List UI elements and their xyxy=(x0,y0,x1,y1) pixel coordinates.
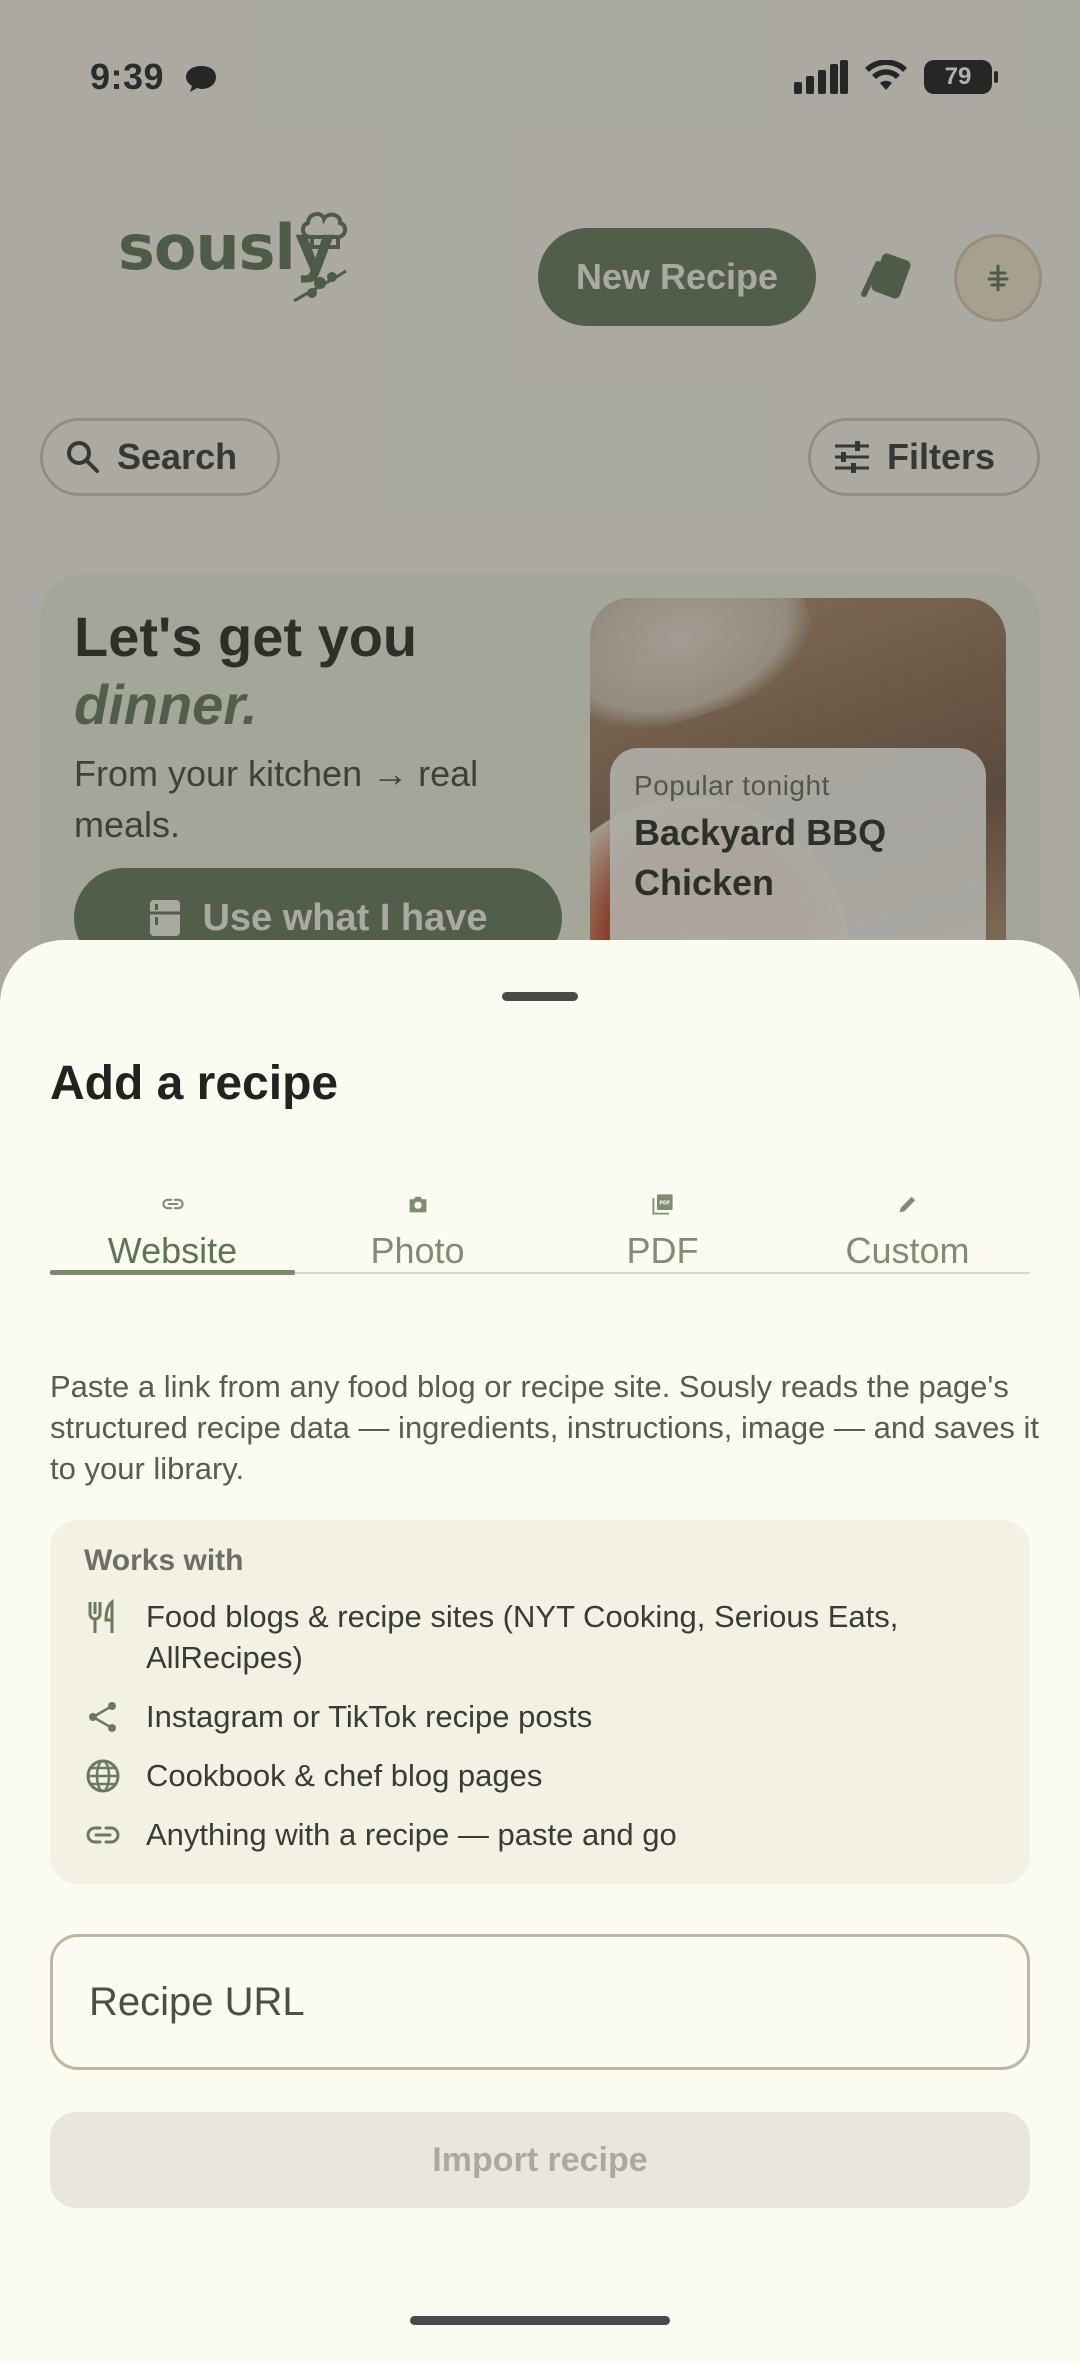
tab-website[interactable]: Website xyxy=(50,1192,295,1275)
pdf-icon: PDF xyxy=(652,1194,673,1215)
works-with-item: Anything with a recipe — paste and go xyxy=(84,1814,996,1855)
globe-icon xyxy=(86,1759,120,1793)
sheet-drag-handle[interactable] xyxy=(502,992,578,1001)
works-with-item-text: Food blogs & recipe sites (NYT Cooking, … xyxy=(146,1599,899,1675)
link-icon xyxy=(161,1198,184,1210)
sheet-title: Add a recipe xyxy=(50,1057,339,1110)
website-import-description: Paste a link from any food blog or recip… xyxy=(50,1369,1040,1486)
works-with-title: Works with xyxy=(84,1544,244,1577)
tab-pdf[interactable]: PDF PDF xyxy=(540,1192,785,1272)
works-with-item-text: Anything with a recipe — paste and go xyxy=(146,1817,677,1852)
home-indicator xyxy=(410,2316,670,2325)
import-recipe-button[interactable]: Import recipe xyxy=(50,2112,1030,2208)
pencil-icon xyxy=(899,1196,915,1213)
add-recipe-sheet: Add a recipe Website Photo PDF PDF Custo… xyxy=(0,940,1080,2364)
works-with-item: Food blogs & recipe sites (NYT Cooking, … xyxy=(84,1596,996,1678)
tab-custom[interactable]: Custom xyxy=(785,1192,1030,1272)
tab-website-label: Website xyxy=(107,1230,238,1271)
tab-photo[interactable]: Photo xyxy=(295,1192,540,1272)
svg-text:PDF: PDF xyxy=(659,1201,670,1207)
link-icon xyxy=(86,1826,120,1844)
tab-photo-label: Photo xyxy=(370,1230,465,1271)
utensils-icon xyxy=(88,1598,114,1633)
source-tabs: Website Photo PDF PDF Custom xyxy=(50,1192,1030,1275)
tab-pdf-label: PDF xyxy=(626,1230,699,1271)
share-icon xyxy=(89,1702,116,1732)
recipe-url-input[interactable] xyxy=(50,1934,1030,2070)
works-with-item: Instagram or TikTok recipe posts xyxy=(84,1696,996,1737)
works-with-item-text: Cookbook & chef blog pages xyxy=(146,1758,543,1793)
works-with-item: Cookbook & chef blog pages xyxy=(84,1755,996,1796)
camera-icon xyxy=(409,1196,426,1213)
works-with-panel: Works with Food blogs & recipe sites (NY… xyxy=(50,1520,1030,1884)
works-with-item-text: Instagram or TikTok recipe posts xyxy=(146,1699,593,1734)
tab-custom-label: Custom xyxy=(845,1230,970,1271)
